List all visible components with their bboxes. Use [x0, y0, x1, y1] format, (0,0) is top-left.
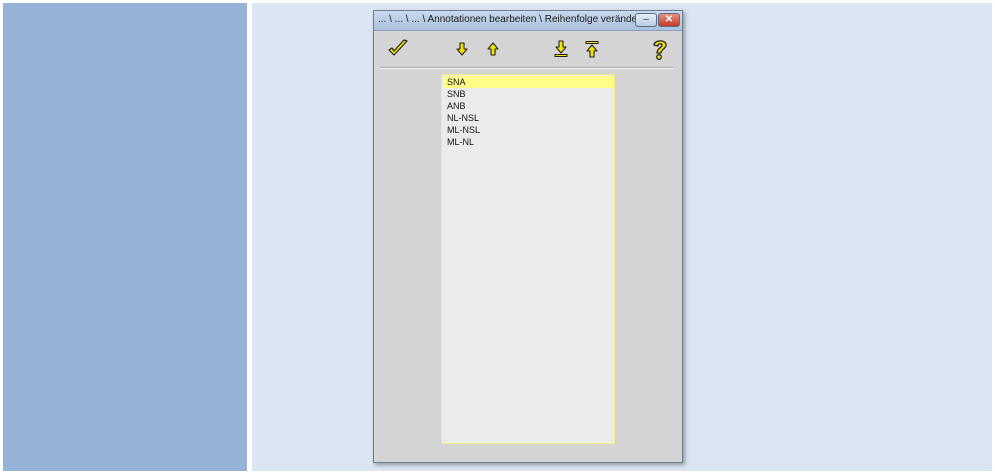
- window-title: ... \ ... \ ... \ Annotationen bearbeite…: [378, 14, 646, 25]
- list-item[interactable]: SNB: [443, 88, 613, 100]
- list-item[interactable]: ML-NL: [443, 136, 613, 148]
- annotation-order-list[interactable]: SNA SNB ANB NL-NSL ML-NSL ML-NL: [441, 74, 615, 444]
- toolbar-separator: [380, 67, 673, 69]
- left-panel: [3, 3, 247, 471]
- close-button[interactable]: ✕: [658, 13, 680, 27]
- list-item[interactable]: ANB: [443, 100, 613, 112]
- move-to-bottom-button[interactable]: [549, 38, 573, 60]
- checkmark-icon: [388, 39, 408, 56]
- list-item[interactable]: NL-NSL: [443, 112, 613, 124]
- minimize-icon: –: [643, 14, 649, 25]
- minimize-button[interactable]: –: [635, 13, 657, 27]
- title-bar[interactable]: ... \ ... \ ... \ Annotationen bearbeite…: [374, 11, 682, 31]
- arrow-to-bottom-icon: [554, 40, 568, 57]
- list-item[interactable]: SNA: [443, 76, 613, 88]
- arrow-to-top-icon: [585, 41, 599, 58]
- list-item[interactable]: ML-NSL: [443, 124, 613, 136]
- help-icon: [653, 40, 667, 60]
- move-down-button[interactable]: [450, 38, 474, 60]
- arrow-down-icon: [456, 42, 468, 56]
- help-button[interactable]: [648, 38, 672, 60]
- move-to-top-button[interactable]: [580, 38, 604, 60]
- arrow-up-icon: [487, 42, 499, 56]
- move-up-button[interactable]: [481, 38, 505, 60]
- reorder-dialog: ... \ ... \ ... \ Annotationen bearbeite…: [373, 10, 683, 463]
- confirm-button[interactable]: [386, 38, 410, 60]
- close-icon: ✕: [664, 14, 674, 25]
